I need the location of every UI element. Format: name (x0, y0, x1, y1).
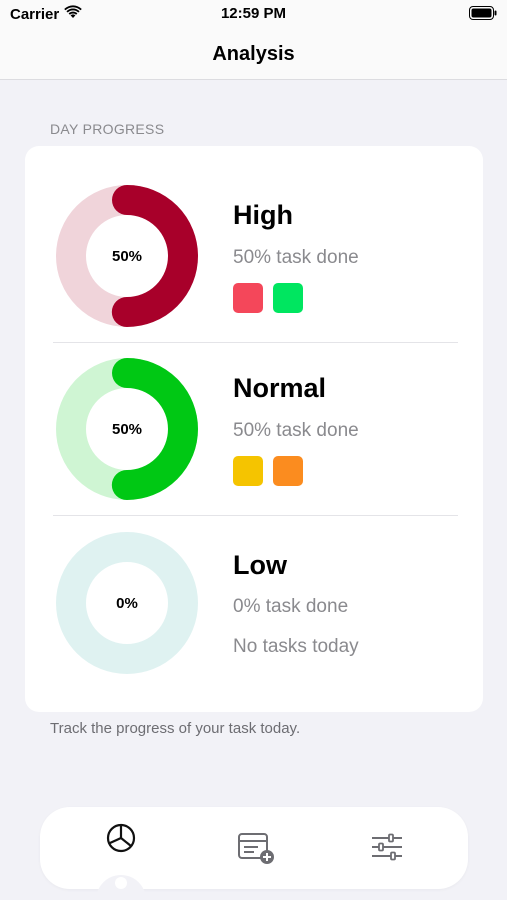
priority-title-high: High (233, 200, 293, 230)
section-footer: Track the progress of your task today. (50, 720, 301, 737)
row-divider (53, 515, 458, 516)
color-swatch (233, 456, 263, 486)
priority-row-high[interactable]: 50% High 50% task done (25, 146, 483, 327)
swatches-high (233, 283, 303, 313)
calendar-add-icon (236, 830, 276, 871)
sliders-icon (369, 832, 405, 867)
no-tasks-note: No tasks today (233, 636, 359, 657)
donut-percent-normal: 50% (111, 420, 143, 438)
page-title: Analysis (212, 43, 295, 65)
status-bar: Carrier 12:59 PM (0, 0, 507, 30)
priority-subtitle-normal: 50% task done (233, 420, 359, 441)
donut-percent-low: 0% (116, 594, 138, 612)
tab-analysis[interactable] (101, 820, 141, 860)
section-header: DAY PROGRESS (50, 121, 165, 137)
donut-chart-normal: 50% (53, 355, 201, 503)
priority-row-normal[interactable]: 50% Normal 50% task done (25, 343, 483, 516)
color-swatch (273, 456, 303, 486)
day-progress-card: 50% High 50% task done 50% Normal 50% ta… (25, 146, 483, 712)
priority-subtitle-high: 50% task done (233, 247, 359, 268)
selected-tab-indicator (115, 877, 127, 889)
color-swatch (273, 283, 303, 313)
priority-title-normal: Normal (233, 373, 327, 403)
priority-subtitle-low: 0% task done (233, 596, 349, 617)
color-swatch (233, 283, 263, 313)
donut-chart-high: 50% (53, 182, 201, 330)
battery-icon (469, 6, 497, 24)
priority-title-low: Low (233, 550, 287, 580)
swatches-normal (233, 456, 303, 486)
navigation-bar: Analysis (0, 30, 507, 80)
priority-row-low[interactable]: 0% Low 0% task done No tasks today (25, 518, 483, 691)
pie-chart-icon (105, 822, 137, 859)
tab-settings[interactable] (367, 829, 407, 869)
status-time: 12:59 PM (220, 5, 287, 22)
tab-tasks[interactable] (236, 830, 276, 870)
donut-chart-low: 0% (53, 529, 201, 677)
donut-percent-high: 50% (111, 247, 143, 265)
